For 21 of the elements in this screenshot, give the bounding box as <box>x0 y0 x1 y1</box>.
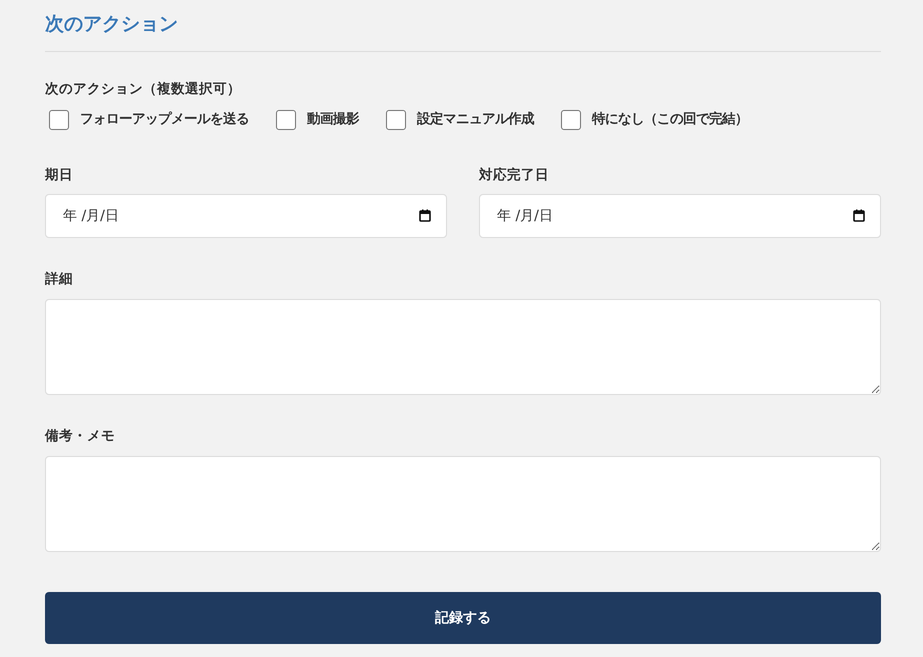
calendar-icon[interactable] <box>853 209 865 222</box>
checkbox[interactable] <box>386 110 406 130</box>
checkbox-label[interactable]: フォローアップメールを送る <box>80 111 249 129</box>
checkbox-label[interactable]: 設定マニュアル作成 <box>417 111 534 129</box>
field-label: 対応完了日 <box>479 166 549 184</box>
checkbox[interactable] <box>561 110 581 130</box>
checkbox-label[interactable]: 動画撮影 <box>307 111 359 129</box>
date-field[interactable]: 年 /月/日 <box>45 194 447 238</box>
textarea-field[interactable] <box>45 299 881 395</box>
checkbox[interactable] <box>49 110 69 130</box>
section-title: 次のアクション <box>45 12 178 36</box>
field-label: 詳細 <box>45 270 73 288</box>
calendar-icon[interactable] <box>419 209 431 222</box>
submit-button[interactable]: 記録する <box>45 592 881 644</box>
textarea-field[interactable] <box>45 456 881 552</box>
field-label: 備考・メモ <box>45 427 115 445</box>
field-label: 次のアクション（複数選択可） <box>45 80 241 98</box>
field-label: 期日 <box>45 166 73 184</box>
checkbox[interactable] <box>276 110 296 130</box>
checkbox-label[interactable]: 特になし（この回で完結） <box>592 111 748 129</box>
date-field[interactable]: 年 /月/日 <box>479 194 881 238</box>
